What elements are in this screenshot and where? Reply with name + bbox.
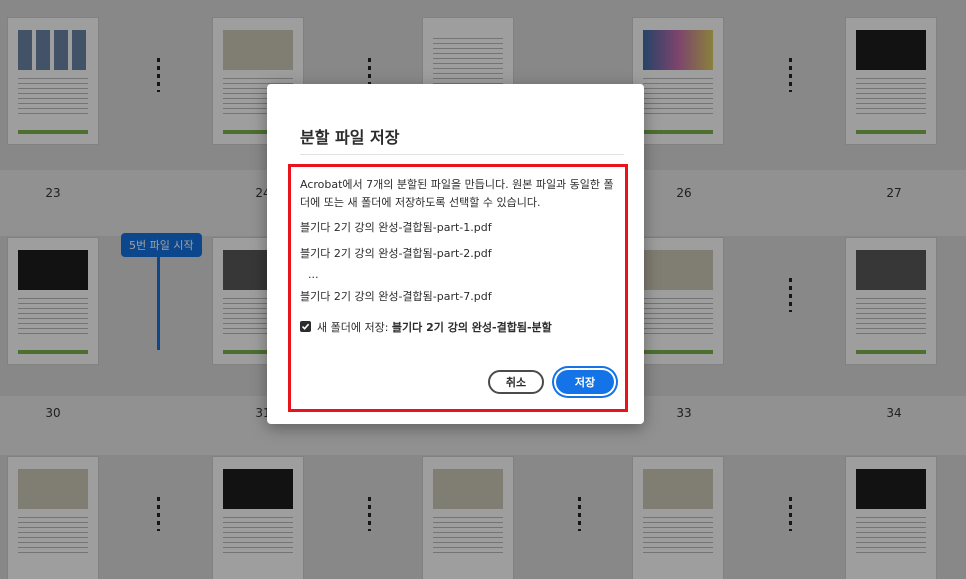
new-folder-label-prefix: 새 폴더에 저장: bbox=[317, 321, 392, 334]
new-folder-label[interactable]: 새 폴더에 저장: 블기다 2기 강의 완성-결합됨-분할 bbox=[317, 319, 552, 335]
new-folder-name: 블기다 2기 강의 완성-결합됨-분할 bbox=[391, 321, 552, 334]
file-list-ellipsis: ... bbox=[308, 268, 319, 281]
dialog-description: Acrobat에서 7개의 분할된 파일을 만듭니다. 원본 파일과 동일한 폴… bbox=[300, 178, 614, 209]
file-name: 블기다 2기 강의 완성-결합됨-part-7.pdf bbox=[300, 290, 492, 303]
save-split-files-dialog: 분할 파일 저장 Acrobat에서 7개의 분할된 파일을 만듭니다. 원본 … bbox=[267, 84, 644, 424]
checkmark-icon bbox=[301, 323, 310, 330]
file-name: 블기다 2기 강의 완성-결합됨-part-2.pdf bbox=[300, 247, 492, 260]
dialog-title: 분할 파일 저장 bbox=[300, 128, 400, 147]
new-folder-checkbox[interactable] bbox=[300, 321, 311, 332]
title-divider bbox=[300, 154, 624, 155]
cancel-button[interactable]: 취소 bbox=[488, 370, 544, 394]
save-button[interactable]: 저장 bbox=[556, 370, 614, 394]
file-name: 블기다 2기 강의 완성-결합됨-part-1.pdf bbox=[300, 221, 492, 234]
